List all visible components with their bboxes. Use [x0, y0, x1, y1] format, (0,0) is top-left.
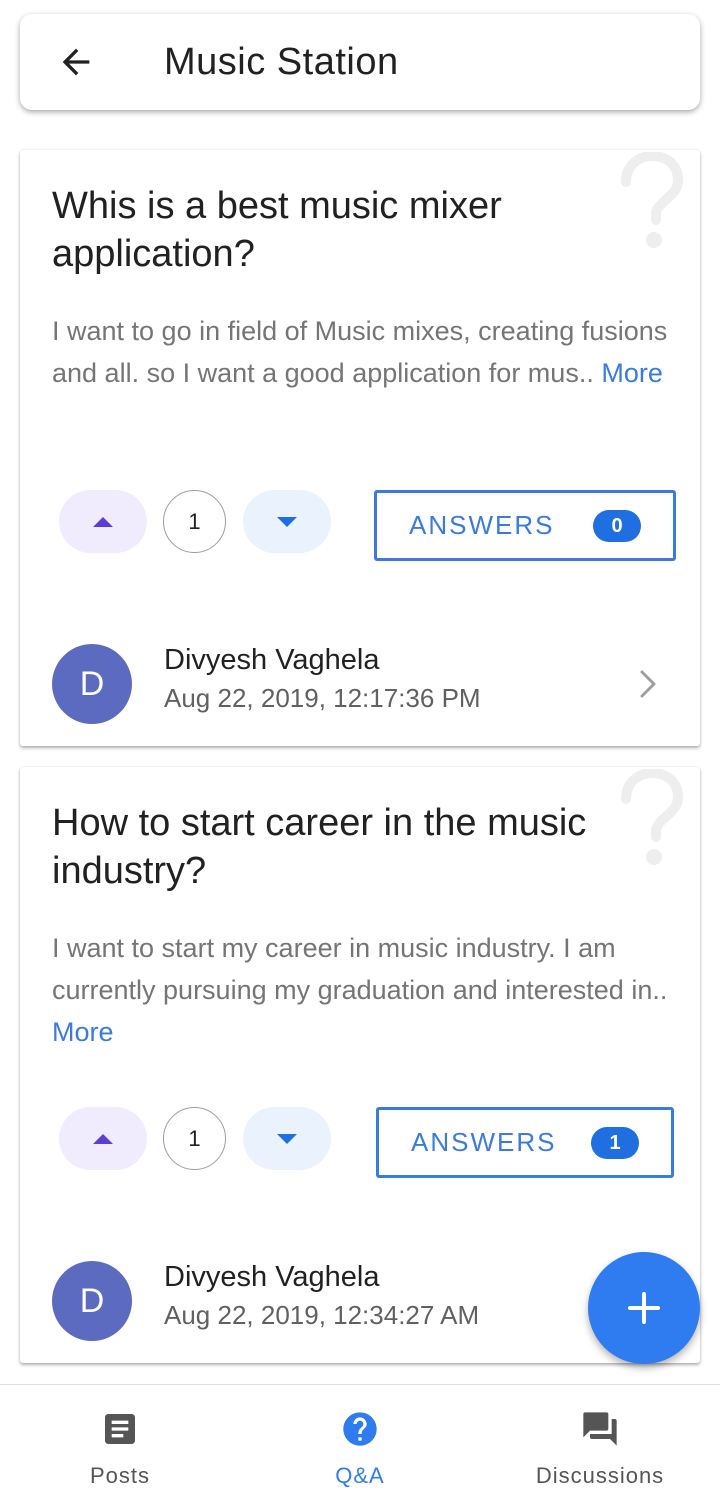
downvote-button[interactable]	[243, 1107, 331, 1170]
question-body-text: I want to start my career in music indus…	[52, 933, 668, 1005]
avatar: D	[52, 644, 132, 724]
nav-label-discussions: Discussions	[535, 1463, 665, 1488]
nav-label-qa: Q&A	[335, 1463, 385, 1488]
nav-item-posts[interactable]: Posts	[0, 1385, 240, 1498]
nav-label-posts: Posts	[89, 1463, 151, 1488]
more-link[interactable]: More	[601, 358, 663, 388]
upvote-button[interactable]	[59, 1107, 147, 1170]
arrow-back-icon	[62, 48, 90, 76]
vote-count: 1	[163, 490, 226, 553]
question-body-text: I want to go in field of Music mixes, cr…	[52, 316, 668, 388]
question-title: How to start career in the music industr…	[52, 802, 587, 892]
more-link[interactable]: More	[52, 1017, 114, 1047]
posts-icon	[105, 1414, 135, 1444]
page-title: Music Station	[164, 40, 399, 83]
answers-button[interactable]: ANSWERS 0	[374, 490, 676, 561]
caret-up-icon	[93, 516, 113, 527]
plus-icon	[628, 1292, 660, 1324]
caret-down-icon	[277, 1133, 297, 1144]
answers-label: ANSWERS	[409, 510, 555, 540]
avatar: D	[52, 1261, 132, 1341]
add-question-button[interactable]	[588, 1252, 700, 1364]
app-bar: Music Station	[20, 14, 700, 110]
caret-down-icon	[277, 516, 297, 527]
forum-icon	[583, 1412, 617, 1446]
author-name: Divyesh Vaghela	[164, 644, 380, 676]
caret-up-icon	[93, 1133, 113, 1144]
question-body: I want to go in field of Music mixes, cr…	[52, 310, 672, 394]
downvote-button[interactable]	[243, 490, 331, 553]
nav-item-qa[interactable]: Q&A	[240, 1385, 480, 1498]
answers-label: ANSWERS	[411, 1127, 557, 1157]
chevron-right-icon[interactable]	[632, 666, 664, 702]
post-date: Aug 22, 2019, 12:17:36 PM	[164, 683, 481, 713]
bottom-navigation: Posts Q&A Discussions	[0, 1384, 720, 1498]
question-title: Whis is a best music mixer application?	[52, 185, 502, 275]
question-card[interactable]: How to start career in the music industr…	[20, 767, 700, 1363]
vote-count: 1	[163, 1107, 226, 1170]
back-button[interactable]	[46, 32, 106, 92]
question-body: I want to start my career in music indus…	[52, 927, 672, 1053]
answers-count-badge: 1	[591, 1127, 639, 1159]
upvote-button[interactable]	[59, 490, 147, 553]
help-circle-icon	[343, 1412, 377, 1446]
author-name: Divyesh Vaghela	[164, 1261, 380, 1293]
question-card[interactable]: Whis is a best music mixer application? …	[20, 150, 700, 746]
answers-button[interactable]: ANSWERS 1	[376, 1107, 674, 1178]
answers-count-badge: 0	[593, 510, 641, 542]
nav-item-discussions[interactable]: Discussions	[480, 1385, 720, 1498]
post-date: Aug 22, 2019, 12:34:27 AM	[164, 1300, 480, 1330]
